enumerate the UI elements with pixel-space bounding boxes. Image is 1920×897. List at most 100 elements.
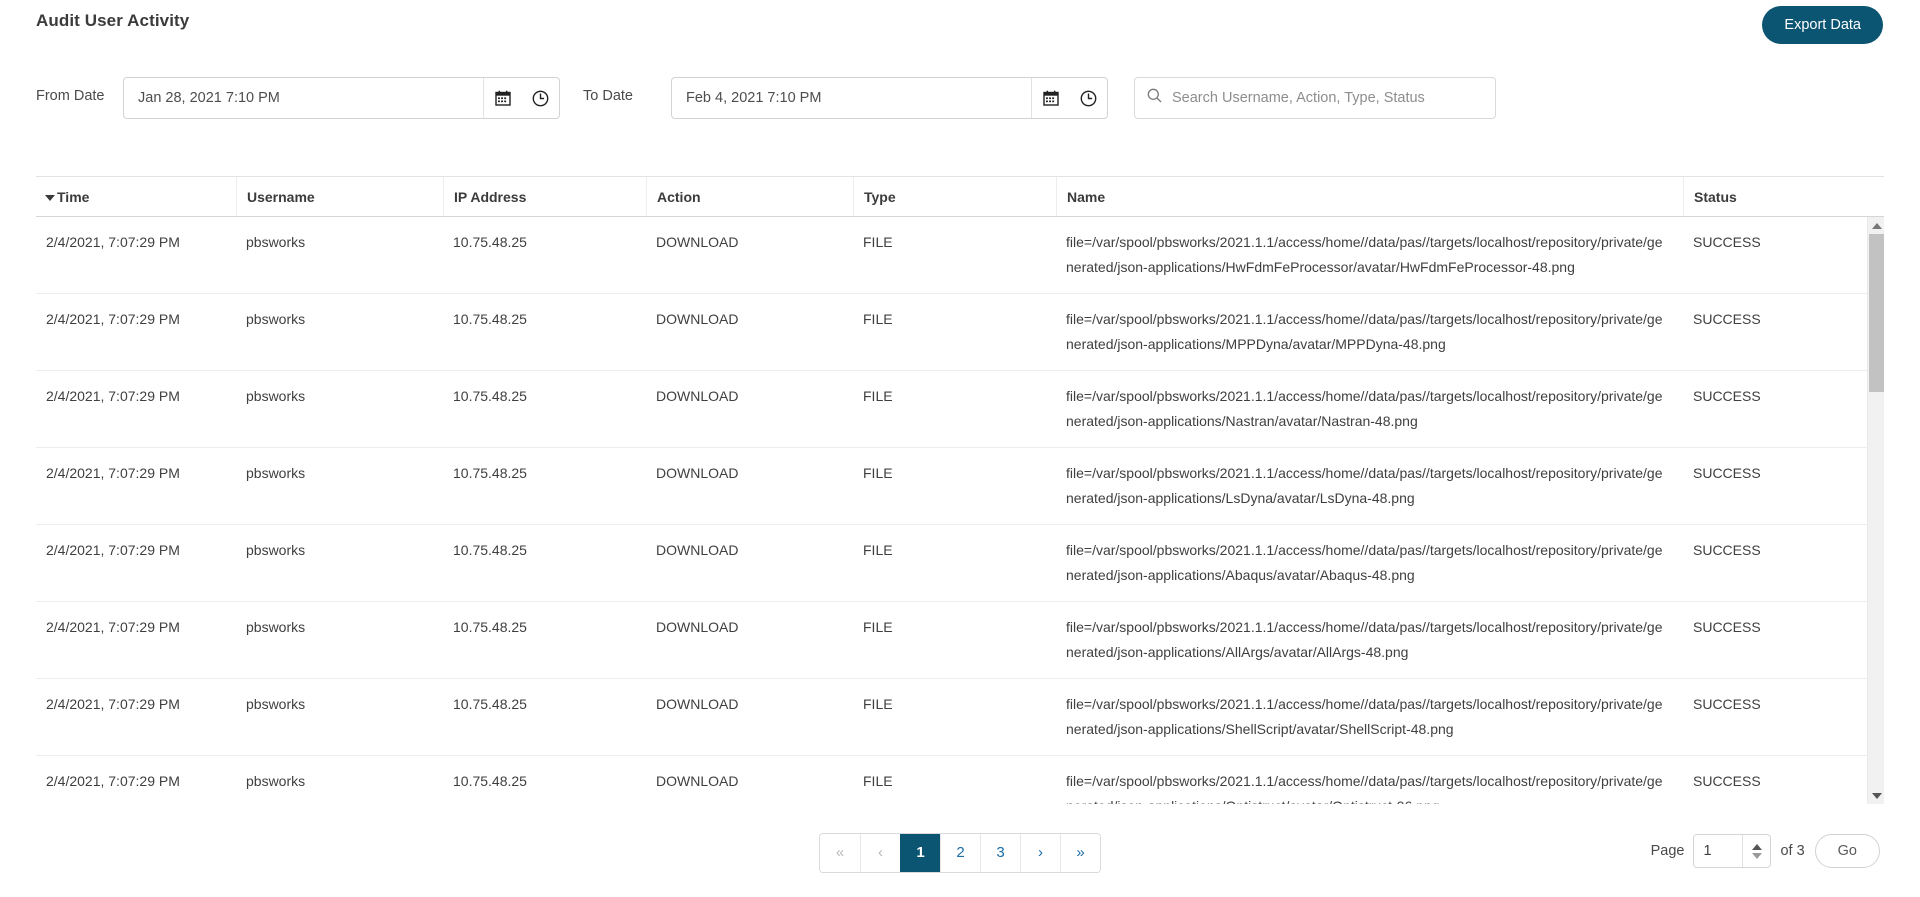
- cell-action: DOWNLOAD: [656, 311, 739, 327]
- table-body: 2/4/2021, 7:07:29 PM pbsworks 10.75.48.25 D…: [36, 217, 1884, 804]
- cell-action: DOWNLOAD: [656, 234, 739, 250]
- cell-username: pbsworks: [246, 773, 306, 789]
- calendar-icon: [494, 90, 511, 106]
- scrollbar-thumb[interactable]: [1869, 234, 1884, 392]
- go-button[interactable]: Go: [1814, 834, 1880, 868]
- cell-type: FILE: [863, 311, 893, 327]
- audit-table: Time Username IP Address Action Type Nam…: [36, 176, 1884, 804]
- stepper-down-icon[interactable]: [1751, 852, 1762, 859]
- cell-name: file=/var/spool/pbsworks/2021.1.1/access…: [1066, 619, 1663, 660]
- scroll-down-arrow-icon[interactable]: [1868, 787, 1884, 804]
- cell-status: SUCCESS: [1693, 542, 1761, 558]
- page-number-input[interactable]: [1694, 835, 1743, 867]
- clock-icon: [532, 90, 549, 107]
- from-date-calendar-button[interactable]: [483, 78, 521, 118]
- column-header-type[interactable]: Type: [853, 177, 1056, 216]
- cell-action: DOWNLOAD: [656, 619, 739, 635]
- page-last-button[interactable]: »: [1060, 834, 1100, 872]
- cell-ip-address: 10.75.48.25: [453, 773, 527, 789]
- page-button-2[interactable]: 2: [940, 834, 980, 872]
- cell-ip-address: 10.75.48.25: [453, 311, 527, 327]
- cell-time: 2/4/2021, 7:07:29 PM: [46, 619, 180, 635]
- export-data-button[interactable]: Export Data: [1762, 6, 1883, 44]
- cell-time: 2/4/2021, 7:07:29 PM: [46, 542, 180, 558]
- scroll-up-arrow-icon[interactable]: [1868, 217, 1884, 234]
- page-number-stepper[interactable]: [1693, 834, 1772, 868]
- to-date-clock-button[interactable]: [1069, 78, 1107, 118]
- cell-name: file=/var/spool/pbsworks/2021.1.1/access…: [1066, 311, 1663, 352]
- table-row[interactable]: 2/4/2021, 7:07:29 PM pbsworks 10.75.48.25 D…: [36, 756, 1884, 804]
- table-body-viewport: 2/4/2021, 7:07:29 PM pbsworks 10.75.48.25 D…: [36, 217, 1884, 804]
- stepper-up-icon[interactable]: [1751, 843, 1762, 850]
- table-row[interactable]: 2/4/2021, 7:07:29 PM pbsworks 10.75.48.25 D…: [36, 294, 1884, 371]
- cell-type: FILE: [863, 773, 893, 789]
- table-row[interactable]: 2/4/2021, 7:07:29 PM pbsworks 10.75.48.25 D…: [36, 602, 1884, 679]
- search-box[interactable]: [1134, 77, 1496, 119]
- table-row[interactable]: 2/4/2021, 7:07:29 PM pbsworks 10.75.48.25 D…: [36, 679, 1884, 756]
- from-date-label: From Date: [36, 88, 105, 104]
- cell-ip-address: 10.75.48.25: [453, 696, 527, 712]
- page-next-button[interactable]: ›: [1020, 834, 1060, 872]
- column-header-status[interactable]: Status: [1683, 177, 1870, 216]
- search-icon: [1147, 88, 1170, 108]
- column-header-action[interactable]: Action: [646, 177, 853, 216]
- cell-ip-address: 10.75.48.25: [453, 465, 527, 481]
- cell-ip-address: 10.75.48.25: [453, 388, 527, 404]
- cell-action: DOWNLOAD: [656, 773, 739, 789]
- cell-ip-address: 10.75.48.25: [453, 542, 527, 558]
- cell-type: FILE: [863, 465, 893, 481]
- to-date-label: To Date: [583, 88, 633, 104]
- cell-action: DOWNLOAD: [656, 465, 739, 481]
- pagination: « ‹ 1 2 3 › »: [819, 833, 1101, 873]
- table-row[interactable]: 2/4/2021, 7:07:29 PM pbsworks 10.75.48.25 D…: [36, 525, 1884, 602]
- cell-type: FILE: [863, 619, 893, 635]
- table-header-row: Time Username IP Address Action Type Nam…: [36, 176, 1884, 217]
- pagination-region: « ‹ 1 2 3 › » Page of 3 Go: [0, 826, 1920, 886]
- cell-status: SUCCESS: [1693, 619, 1761, 635]
- table-row[interactable]: 2/4/2021, 7:07:29 PM pbsworks 10.75.48.25 D…: [36, 371, 1884, 448]
- column-header-name[interactable]: Name: [1056, 177, 1683, 216]
- cell-username: pbsworks: [246, 696, 306, 712]
- cell-name: file=/var/spool/pbsworks/2021.1.1/access…: [1066, 234, 1663, 275]
- cell-status: SUCCESS: [1693, 234, 1761, 250]
- to-date-calendar-button[interactable]: [1031, 78, 1069, 118]
- column-header-time-label: Time: [57, 189, 90, 205]
- cell-status: SUCCESS: [1693, 696, 1761, 712]
- cell-name: file=/var/spool/pbsworks/2021.1.1/access…: [1066, 773, 1663, 804]
- cell-time: 2/4/2021, 7:07:29 PM: [46, 696, 180, 712]
- to-date-input[interactable]: [672, 78, 1031, 118]
- table-row[interactable]: 2/4/2021, 7:07:29 PM pbsworks 10.75.48.25 D…: [36, 217, 1884, 294]
- cell-name: file=/var/spool/pbsworks/2021.1.1/access…: [1066, 388, 1663, 429]
- page-button-1[interactable]: 1: [900, 834, 940, 872]
- page-stepper-arrows[interactable]: [1742, 835, 1770, 867]
- cell-status: SUCCESS: [1693, 773, 1761, 789]
- cell-action: DOWNLOAD: [656, 388, 739, 404]
- table-vertical-scrollbar[interactable]: [1867, 217, 1884, 804]
- page-first-button[interactable]: «: [820, 834, 860, 872]
- cell-username: pbsworks: [246, 619, 306, 635]
- cell-ip-address: 10.75.48.25: [453, 234, 527, 250]
- cell-time: 2/4/2021, 7:07:29 PM: [46, 388, 180, 404]
- to-date-group[interactable]: [671, 77, 1108, 119]
- column-header-ip-address[interactable]: IP Address: [443, 177, 646, 216]
- page-button-3[interactable]: 3: [980, 834, 1020, 872]
- cell-action: DOWNLOAD: [656, 696, 739, 712]
- table-row[interactable]: 2/4/2021, 7:07:29 PM pbsworks 10.75.48.25 D…: [36, 448, 1884, 525]
- cell-time: 2/4/2021, 7:07:29 PM: [46, 311, 180, 327]
- cell-type: FILE: [863, 388, 893, 404]
- cell-name: file=/var/spool/pbsworks/2021.1.1/access…: [1066, 542, 1663, 583]
- cell-username: pbsworks: [246, 311, 306, 327]
- cell-username: pbsworks: [246, 234, 306, 250]
- cell-time: 2/4/2021, 7:07:29 PM: [46, 465, 180, 481]
- search-input[interactable]: [1170, 89, 1483, 107]
- column-header-time[interactable]: Time: [36, 177, 236, 216]
- page-prev-button[interactable]: ‹: [860, 834, 900, 872]
- sort-desc-icon: [45, 195, 55, 201]
- cell-username: pbsworks: [246, 542, 306, 558]
- page-jump-controls: Page of 3 Go: [1651, 834, 1880, 868]
- cell-time: 2/4/2021, 7:07:29 PM: [46, 234, 180, 250]
- from-date-input[interactable]: [124, 78, 483, 118]
- from-date-group[interactable]: [123, 77, 560, 119]
- from-date-clock-button[interactable]: [521, 78, 559, 118]
- column-header-username[interactable]: Username: [236, 177, 443, 216]
